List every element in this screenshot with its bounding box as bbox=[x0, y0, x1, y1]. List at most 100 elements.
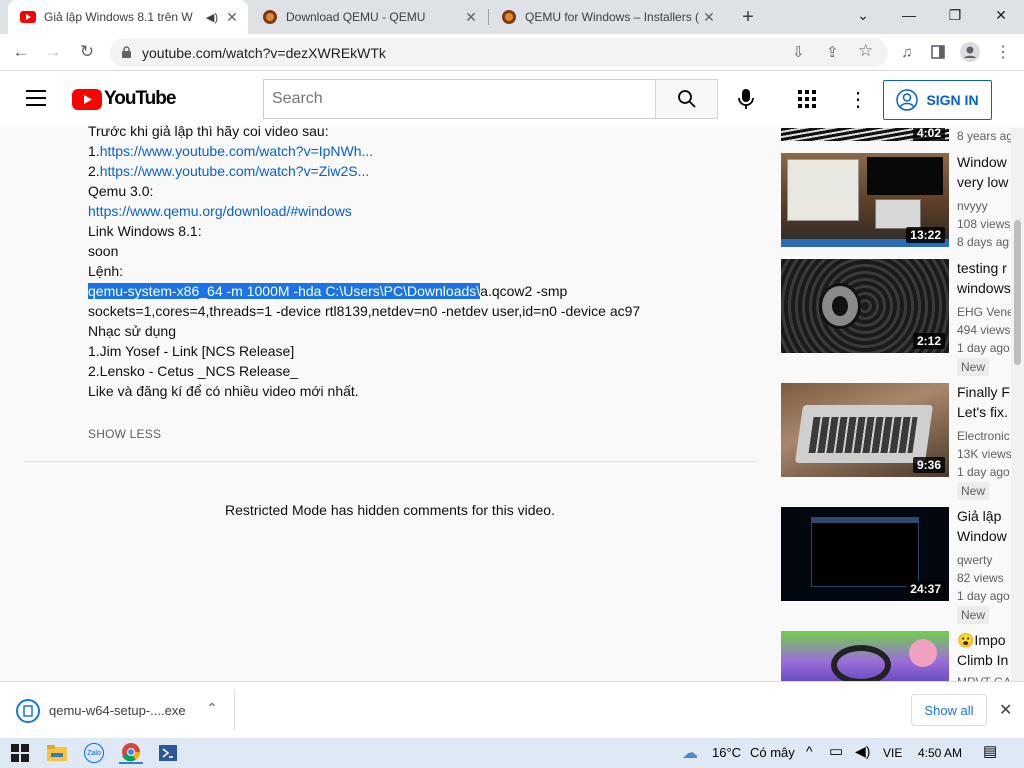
restore-button[interactable]: ❐ bbox=[932, 0, 978, 30]
volume-icon[interactable]: ◀) bbox=[855, 743, 870, 760]
side-panel-icon[interactable] bbox=[925, 39, 951, 65]
search-input[interactable]: Search bbox=[263, 79, 656, 119]
video-title[interactable]: Giả lập bbox=[957, 506, 1001, 526]
network-icon[interactable]: ▭ bbox=[829, 742, 843, 760]
video-thumbnail[interactable]: 24:37 bbox=[781, 507, 949, 601]
video-title[interactable]: Let's fix. bbox=[957, 402, 1008, 422]
chrome-icon[interactable] bbox=[119, 742, 143, 764]
sign-in-button[interactable]: SIGN IN bbox=[883, 80, 992, 120]
tab-qemu-download[interactable]: Download QEMU - QEMU ✕ bbox=[250, 0, 487, 34]
description-text: Lệnh: bbox=[88, 263, 124, 279]
close-tab-icon[interactable]: ✕ bbox=[699, 9, 719, 26]
media-control-icon[interactable]: ♫ bbox=[894, 39, 920, 65]
video-title[interactable]: windows bbox=[957, 278, 1011, 298]
settings-more-icon[interactable]: ⋮ bbox=[848, 87, 868, 112]
video-title[interactable]: Window bbox=[957, 152, 1007, 172]
video-duration: 24:37 bbox=[906, 581, 945, 597]
chevron-up-icon[interactable]: ⌃ bbox=[206, 700, 218, 717]
description-link[interactable]: https://www.qemu.org/download/#windows bbox=[88, 203, 352, 219]
forward-icon[interactable]: → bbox=[40, 39, 66, 65]
show-less-button[interactable]: SHOW LESS bbox=[88, 427, 161, 441]
scrollbar-thumb[interactable] bbox=[1014, 220, 1021, 365]
weather-temperature[interactable]: 16°C bbox=[712, 745, 741, 760]
zalo-label: Zalo bbox=[84, 743, 104, 763]
weather-condition[interactable]: Có mây bbox=[750, 745, 795, 760]
clock[interactable]: 4:50 AM bbox=[918, 746, 962, 760]
selected-command-text[interactable]: qemu-system-x86_64 -m 1000M -hda C:\User… bbox=[88, 283, 481, 299]
search-button[interactable] bbox=[655, 79, 718, 119]
microphone-icon[interactable] bbox=[737, 88, 755, 115]
tab-qemu-windows[interactable]: QEMU for Windows – Installers ( ✕ bbox=[489, 0, 725, 34]
close-window-button[interactable]: ✕ bbox=[978, 0, 1024, 30]
windows-taskbar: Zalo ☁ 16°C Có mây ^ ▭ ◀) VIE 4:50 AM ▤ bbox=[0, 738, 1024, 768]
description-link[interactable]: https://www.youtube.com/watch?v=IpNWh... bbox=[100, 143, 374, 159]
powershell-icon[interactable] bbox=[156, 742, 180, 764]
video-channel[interactable]: EHG Vene bbox=[957, 303, 1014, 321]
video-channel[interactable]: Electronic bbox=[957, 427, 1010, 445]
video-channel[interactable]: MRVT GA bbox=[957, 673, 1011, 681]
video-age: 8 years ag bbox=[957, 129, 1014, 143]
page-scrollbar[interactable] bbox=[1011, 128, 1024, 681]
close-tab-icon[interactable]: ✕ bbox=[461, 9, 481, 26]
sign-in-label: SIGN IN bbox=[926, 92, 979, 108]
thumb-window bbox=[875, 199, 921, 229]
video-title[interactable]: testing r bbox=[957, 258, 1007, 278]
description-line: Link Windows 8.1: bbox=[88, 221, 768, 241]
bookmark-star-icon[interactable]: ☆ bbox=[858, 41, 873, 61]
show-all-button[interactable]: Show all bbox=[911, 694, 987, 726]
video-title[interactable]: Finally F bbox=[957, 382, 1010, 402]
search-icon bbox=[677, 90, 696, 108]
weather-cloud-icon[interactable]: ☁ bbox=[682, 743, 698, 763]
back-icon[interactable]: ← bbox=[8, 39, 34, 65]
reload-icon[interactable]: ↻ bbox=[74, 39, 100, 65]
tab-title: Download QEMU - QEMU bbox=[286, 10, 426, 24]
video-title[interactable]: Climb In bbox=[957, 650, 1008, 670]
description-link[interactable]: https://www.youtube.com/watch?v=Ziw2S... bbox=[100, 163, 370, 179]
video-thumbnail[interactable]: 4:02 bbox=[781, 128, 949, 141]
video-channel[interactable]: nvyyy bbox=[957, 197, 988, 215]
new-tab-button[interactable]: + bbox=[736, 5, 760, 29]
close-tab-icon[interactable]: ✕ bbox=[222, 9, 242, 26]
description-line: Lệnh: bbox=[88, 261, 768, 281]
apps-grid-icon[interactable] bbox=[798, 90, 816, 113]
tray-chevron-up-icon[interactable]: ^ bbox=[806, 743, 813, 759]
close-downloads-icon[interactable]: ✕ bbox=[999, 700, 1012, 720]
thumb-window bbox=[811, 517, 919, 587]
install-icon[interactable]: ⇩ bbox=[792, 43, 805, 61]
hamburger-menu-icon[interactable] bbox=[26, 90, 46, 106]
description-line: https://www.qemu.org/download/#windows bbox=[88, 201, 768, 221]
browser-menu-icon[interactable]: ⋮ bbox=[990, 39, 1016, 65]
zalo-icon[interactable]: Zalo bbox=[82, 742, 106, 764]
restricted-mode-notice: Restricted Mode has hidden comments for … bbox=[225, 502, 555, 518]
minimize-button[interactable]: — bbox=[886, 0, 932, 30]
input-language[interactable]: VIE bbox=[883, 746, 902, 760]
thumb-window bbox=[867, 157, 943, 195]
video-thumbnail[interactable]: 2:12 bbox=[781, 259, 949, 353]
description-line: qemu-system-x86_64 -m 1000M -hda C:\User… bbox=[88, 281, 768, 301]
thumb-figure bbox=[909, 639, 937, 667]
video-thumbnail[interactable] bbox=[781, 631, 949, 681]
video-title[interactable]: Window bbox=[957, 526, 1007, 546]
video-age: 8 days ag bbox=[957, 235, 1010, 249]
video-thumbnail[interactable]: 13:22 bbox=[781, 153, 949, 247]
profile-avatar-icon[interactable] bbox=[957, 39, 983, 65]
video-title[interactable]: 😮Impo bbox=[957, 630, 1006, 650]
video-channel[interactable]: qwerty bbox=[957, 551, 992, 569]
video-views: 82 views bbox=[957, 571, 1004, 585]
speaker-icon[interactable]: ◀) bbox=[206, 11, 218, 24]
tab-youtube[interactable]: Giả lập Windows 8.1 trên W ◀) ✕ bbox=[8, 0, 248, 34]
video-thumbnail[interactable]: 9:36 bbox=[781, 383, 949, 477]
video-title[interactable]: very low bbox=[957, 172, 1008, 192]
file-explorer-icon[interactable] bbox=[45, 742, 69, 764]
browser-toolbar: ← → ↻ youtube.com/watch?v=dezXWREkWTk ⇩ … bbox=[0, 34, 1024, 71]
share-icon[interactable]: ⇪ bbox=[826, 43, 839, 61]
youtube-logo-text: YouTube bbox=[104, 88, 176, 109]
download-filename[interactable]: qemu-w64-setup-....exe bbox=[49, 703, 186, 718]
tab-search-icon[interactable]: ⌄ bbox=[840, 0, 886, 30]
notifications-icon[interactable]: ▤ bbox=[983, 742, 997, 760]
address-bar[interactable]: youtube.com/watch?v=dezXWREkWTk ⇩ ⇪ ☆ bbox=[110, 38, 888, 67]
windows-start-icon[interactable] bbox=[8, 742, 32, 764]
qemu-favicon-icon bbox=[502, 10, 516, 24]
youtube-logo[interactable]: YouTube bbox=[72, 88, 176, 110]
tab-title: Giả lập Windows 8.1 trên W bbox=[44, 10, 193, 24]
